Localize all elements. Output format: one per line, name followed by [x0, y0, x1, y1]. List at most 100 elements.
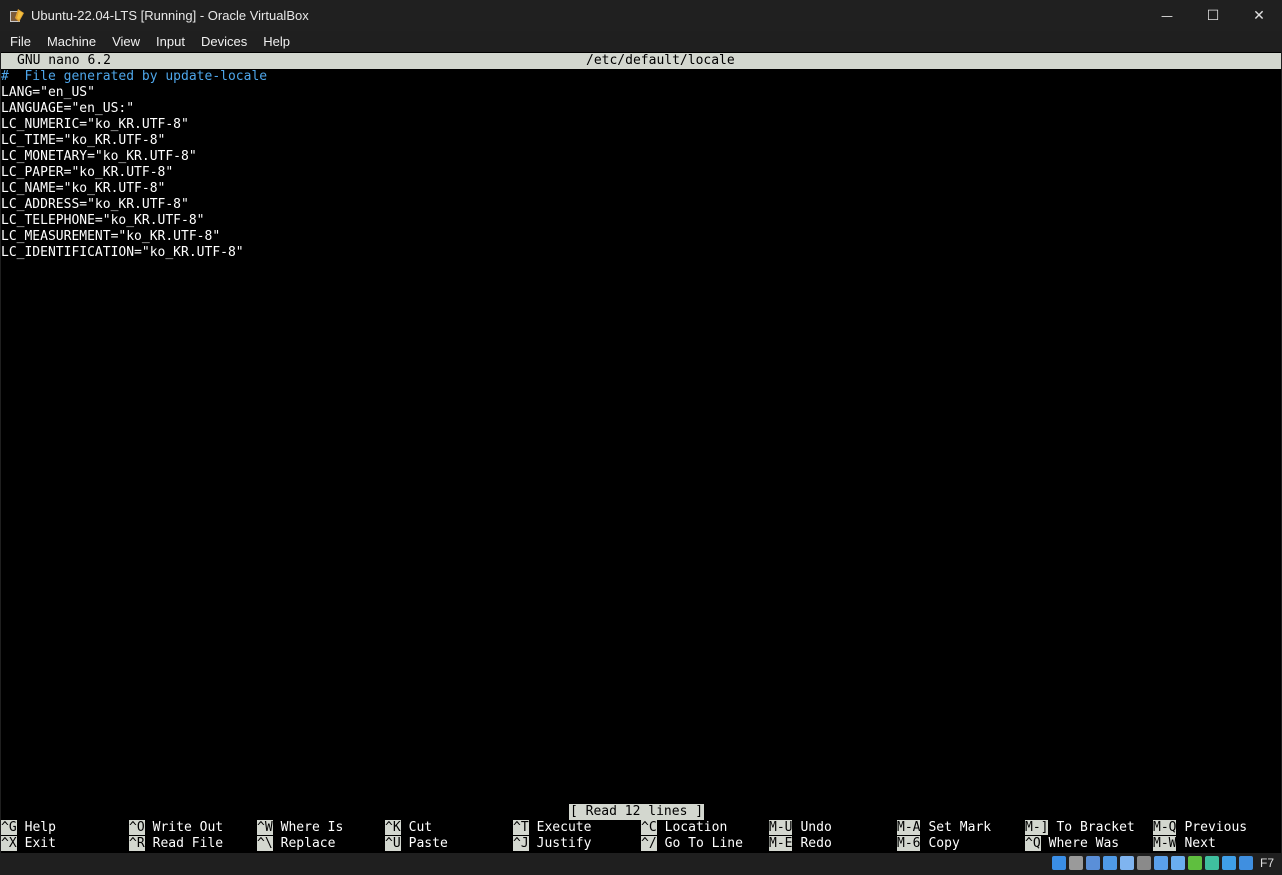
menu-machine[interactable]: Machine	[41, 31, 102, 52]
shortcut-redo[interactable]: M-E Redo	[769, 836, 832, 852]
shortcut-label: Previous	[1184, 820, 1248, 835]
shared-folders-icon[interactable]	[1136, 856, 1151, 870]
title-bar[interactable]: Ubuntu-22.04-LTS [Running] - Oracle Virt…	[0, 0, 1282, 31]
network-icon[interactable]	[1102, 856, 1117, 870]
shortcut-key: M-6	[897, 836, 921, 851]
shortcut-key: ^/	[641, 836, 657, 851]
shortcut-label: Replace	[280, 836, 336, 851]
host-key-label[interactable]: F7	[1260, 856, 1274, 870]
shortcut-label: Next	[1184, 836, 1216, 851]
maximize-button[interactable]: ☐	[1190, 0, 1236, 31]
file-line: LC_NUMERIC="ko_KR.UTF-8"	[1, 117, 189, 132]
menu-input[interactable]: Input	[150, 31, 191, 52]
menu-view[interactable]: View	[106, 31, 146, 52]
shortcut-exit[interactable]: ^X Exit	[1, 836, 56, 852]
shortcut-row-1: ^G Help ^O Write Out ^W Where Is ^K Cut ^T Ex…	[1, 820, 1281, 836]
shortcut-key: ^R	[129, 836, 145, 851]
shortcut-undo[interactable]: M-U Undo	[769, 820, 832, 836]
file-line: # File generated by update-locale	[1, 69, 268, 84]
shortcut-row-2: ^X Exit ^R Read File ^\ Replace ^U Paste ^J J…	[1, 836, 1281, 852]
hard-disk-icon[interactable]	[1051, 856, 1066, 870]
shortcut-where-was[interactable]: ^Q Where Was	[1025, 836, 1119, 852]
shortcut-label: To Bracket	[1056, 820, 1135, 835]
minimize-icon: —	[1161, 8, 1173, 23]
shortcut-key: ^\	[257, 836, 273, 851]
shortcut-to-bracket[interactable]: M-] To Bracket	[1025, 820, 1135, 836]
file-line: LC_PAPER="ko_KR.UTF-8"	[1, 165, 174, 180]
shortcut-next[interactable]: M-W Next	[1153, 836, 1216, 852]
menu-devices[interactable]: Devices	[195, 31, 253, 52]
minimize-button[interactable]: —	[1144, 0, 1190, 31]
shortcut-cut[interactable]: ^K Cut	[385, 820, 432, 836]
video-capture-icon[interactable]	[1170, 856, 1185, 870]
close-icon: ✕	[1253, 7, 1265, 24]
shortcut-key: M-W	[1153, 836, 1177, 851]
virtualbox-app-icon	[9, 8, 25, 24]
shortcut-go-to-line[interactable]: ^/ Go To Line	[641, 836, 743, 852]
shortcut-label: Cut	[408, 820, 433, 835]
file-line: LANG="en_US"	[1, 85, 95, 100]
shortcut-key: ^O	[129, 820, 145, 835]
shortcut-label: Location	[664, 820, 728, 835]
shortcut-label: Exit	[24, 836, 56, 851]
menu-file[interactable]: File	[4, 31, 37, 52]
virtualbox-status-bar: F7	[0, 853, 1282, 875]
file-line: LC_MEASUREMENT="ko_KR.UTF-8"	[1, 229, 221, 244]
shortcut-where-is[interactable]: ^W Where Is	[257, 820, 343, 836]
keyboard-capture-icon[interactable]	[1238, 856, 1253, 870]
shortcut-label: Go To Line	[664, 836, 743, 851]
shortcut-label: Help	[24, 820, 56, 835]
shortcut-key: ^X	[1, 836, 17, 851]
window-controls: — ☐ ✕	[1144, 0, 1282, 31]
nano-version: GNU nano 6.2	[17, 53, 111, 68]
shortcut-copy[interactable]: M-6 Copy	[897, 836, 960, 852]
menu-help[interactable]: Help	[257, 31, 296, 52]
shortcut-label: Write Out	[152, 820, 224, 835]
virtualbox-window: Ubuntu-22.04-LTS [Running] - Oracle Virt…	[0, 0, 1282, 875]
display-icon[interactable]	[1153, 856, 1168, 870]
shortcut-previous[interactable]: M-Q Previous	[1153, 820, 1247, 836]
shortcut-key: ^J	[513, 836, 529, 851]
shortcut-label: Where Was	[1048, 836, 1120, 851]
status-tray: F7	[1051, 856, 1274, 870]
shortcut-key: ^U	[385, 836, 401, 851]
shortcut-paste[interactable]: ^U Paste	[385, 836, 448, 852]
menu-bar: File Machine View Input Devices Help	[0, 31, 1282, 52]
shortcut-set-mark[interactable]: M-A Set Mark	[897, 820, 991, 836]
shortcut-label: Paste	[408, 836, 448, 851]
shortcut-key: M-E	[769, 836, 793, 851]
shortcut-label: Where Is	[280, 820, 344, 835]
guest-additions-icon[interactable]	[1187, 856, 1202, 870]
file-line: LANGUAGE="en_US:"	[1, 101, 135, 116]
shortcut-label: Justify	[536, 836, 592, 851]
close-button[interactable]: ✕	[1236, 0, 1282, 31]
audio-icon[interactable]	[1085, 856, 1100, 870]
file-content[interactable]: # File generated by update-locale LANG="…	[1, 69, 267, 261]
vm-screen-terminal[interactable]: GNU nano 6.2 /etc/default/locale # File …	[1, 52, 1281, 853]
shortcut-key: ^T	[513, 820, 529, 835]
shortcut-key: M-]	[1025, 820, 1049, 835]
shortcut-key: ^G	[1, 820, 17, 835]
file-line: LC_NAME="ko_KR.UTF-8"	[1, 181, 166, 196]
shortcut-key: ^K	[385, 820, 401, 835]
shortcut-help[interactable]: ^G Help	[1, 820, 56, 836]
shortcut-key: ^Q	[1025, 836, 1041, 851]
shortcut-label: Execute	[536, 820, 592, 835]
shortcut-execute[interactable]: ^T Execute	[513, 820, 591, 836]
shortcut-label: Read File	[152, 836, 224, 851]
usb-icon[interactable]	[1119, 856, 1134, 870]
file-line: LC_MONETARY="ko_KR.UTF-8"	[1, 149, 197, 164]
window-title: Ubuntu-22.04-LTS [Running] - Oracle Virt…	[31, 8, 309, 23]
shortcut-read-file[interactable]: ^R Read File	[129, 836, 223, 852]
shortcut-write-out[interactable]: ^O Write Out	[129, 820, 223, 836]
shortcut-location[interactable]: ^C Location	[641, 820, 727, 836]
shortcut-key: M-U	[769, 820, 793, 835]
cpu-icon[interactable]	[1204, 856, 1219, 870]
mouse-integration-icon[interactable]	[1221, 856, 1236, 870]
file-line: LC_TELEPHONE="ko_KR.UTF-8"	[1, 213, 205, 228]
file-line: LC_TIME="ko_KR.UTF-8"	[1, 133, 166, 148]
optical-drive-icon[interactable]	[1068, 856, 1083, 870]
shortcut-key: ^W	[257, 820, 273, 835]
shortcut-justify[interactable]: ^J Justify	[513, 836, 591, 852]
shortcut-replace[interactable]: ^\ Replace	[257, 836, 335, 852]
